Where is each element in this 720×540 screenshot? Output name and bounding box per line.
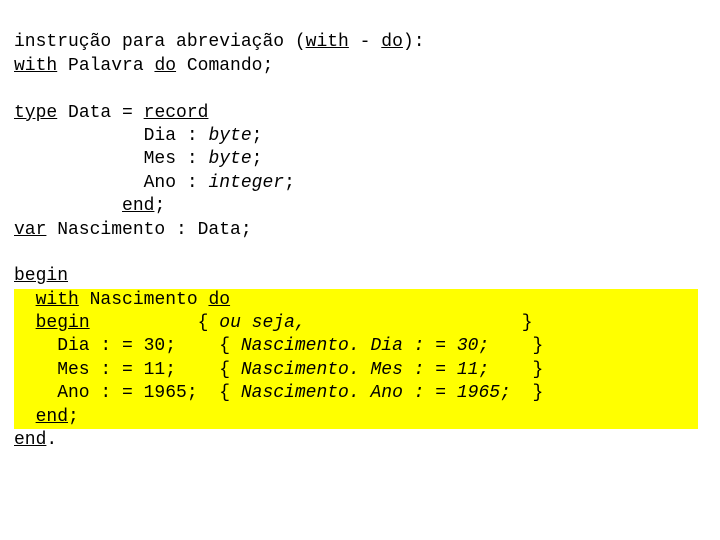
pad <box>14 290 36 310</box>
keyword-begin: begin <box>14 266 68 286</box>
code-listing: instrução para abreviação (with - do): w… <box>14 8 706 452</box>
field-mes: Mes : byte; <box>14 149 262 169</box>
comment: Nascimento. Dia : = 30; <box>241 336 511 356</box>
pad <box>14 196 122 216</box>
type-byte: byte <box>208 149 251 169</box>
keyword-end: end <box>36 407 68 427</box>
text: ; <box>154 196 165 216</box>
keyword-type: type <box>14 103 57 123</box>
text: Comando; <box>176 56 273 76</box>
pad <box>14 407 36 427</box>
comment: ou seja, <box>219 313 511 333</box>
header-line-2: with Palavra do Comando; <box>14 56 273 76</box>
text: - <box>349 32 381 52</box>
keyword-with: with <box>36 290 79 310</box>
inner-end-line: end; <box>14 406 698 429</box>
text: Dia : <box>14 126 208 146</box>
assign-dia-line: Dia : = 30; { Nascimento. Dia : = 30; } <box>14 335 698 358</box>
brace: { <box>219 336 241 356</box>
text: ; <box>68 407 79 427</box>
with-line: with Nascimento do <box>14 289 698 312</box>
keyword-with: with <box>306 32 349 52</box>
pad <box>90 313 198 333</box>
brace: } <box>511 313 533 333</box>
field-ano: Ano : integer; <box>14 173 295 193</box>
type-line: type Data = record <box>14 103 208 123</box>
text: Nascimento <box>79 290 209 310</box>
keyword-do: do <box>154 56 176 76</box>
assign-ano-line: Ano : = 1965; { Nascimento. Ano : = 1965… <box>14 382 698 405</box>
text: Dia : = 30; <box>14 336 219 356</box>
keyword-end: end <box>122 196 154 216</box>
var-line: var Nascimento : Data; <box>14 220 252 240</box>
text: instrução para abreviação ( <box>14 32 306 52</box>
keyword-begin: begin <box>36 313 90 333</box>
begin-outer: begin <box>14 266 68 286</box>
text: . <box>46 430 57 450</box>
brace: { <box>198 313 220 333</box>
field-dia: Dia : byte; <box>14 126 262 146</box>
keyword-var: var <box>14 220 46 240</box>
brace: { <box>219 360 241 380</box>
outer-end-line: end. <box>14 430 57 450</box>
type-integer: integer <box>208 173 284 193</box>
brace: } <box>511 336 543 356</box>
type-byte: byte <box>208 126 251 146</box>
inner-begin-line: begin { ou seja, } <box>14 312 698 335</box>
text: ): <box>403 32 425 52</box>
brace: } <box>511 383 543 403</box>
text: Mes : = 11; <box>14 360 219 380</box>
end-record: end; <box>14 196 165 216</box>
text: Mes : <box>14 149 208 169</box>
text: Nascimento : Data; <box>46 220 251 240</box>
text: Palavra <box>57 56 154 76</box>
text: Ano : = 1965; <box>14 383 219 403</box>
comment: Nascimento. Mes : = 11; <box>241 360 511 380</box>
pad <box>14 313 36 333</box>
keyword-do: do <box>208 290 230 310</box>
keyword-end: end <box>14 430 46 450</box>
header-line-1: instrução para abreviação (with - do): <box>14 32 425 52</box>
brace: } <box>511 360 543 380</box>
text: Ano : <box>14 173 208 193</box>
brace: { <box>219 383 241 403</box>
text: Data = <box>57 103 143 123</box>
comment: Nascimento. Ano : = 1965; <box>241 383 511 403</box>
assign-mes-line: Mes : = 11; { Nascimento. Mes : = 11; } <box>14 359 698 382</box>
keyword-with: with <box>14 56 57 76</box>
keyword-do: do <box>381 32 403 52</box>
keyword-record: record <box>144 103 209 123</box>
